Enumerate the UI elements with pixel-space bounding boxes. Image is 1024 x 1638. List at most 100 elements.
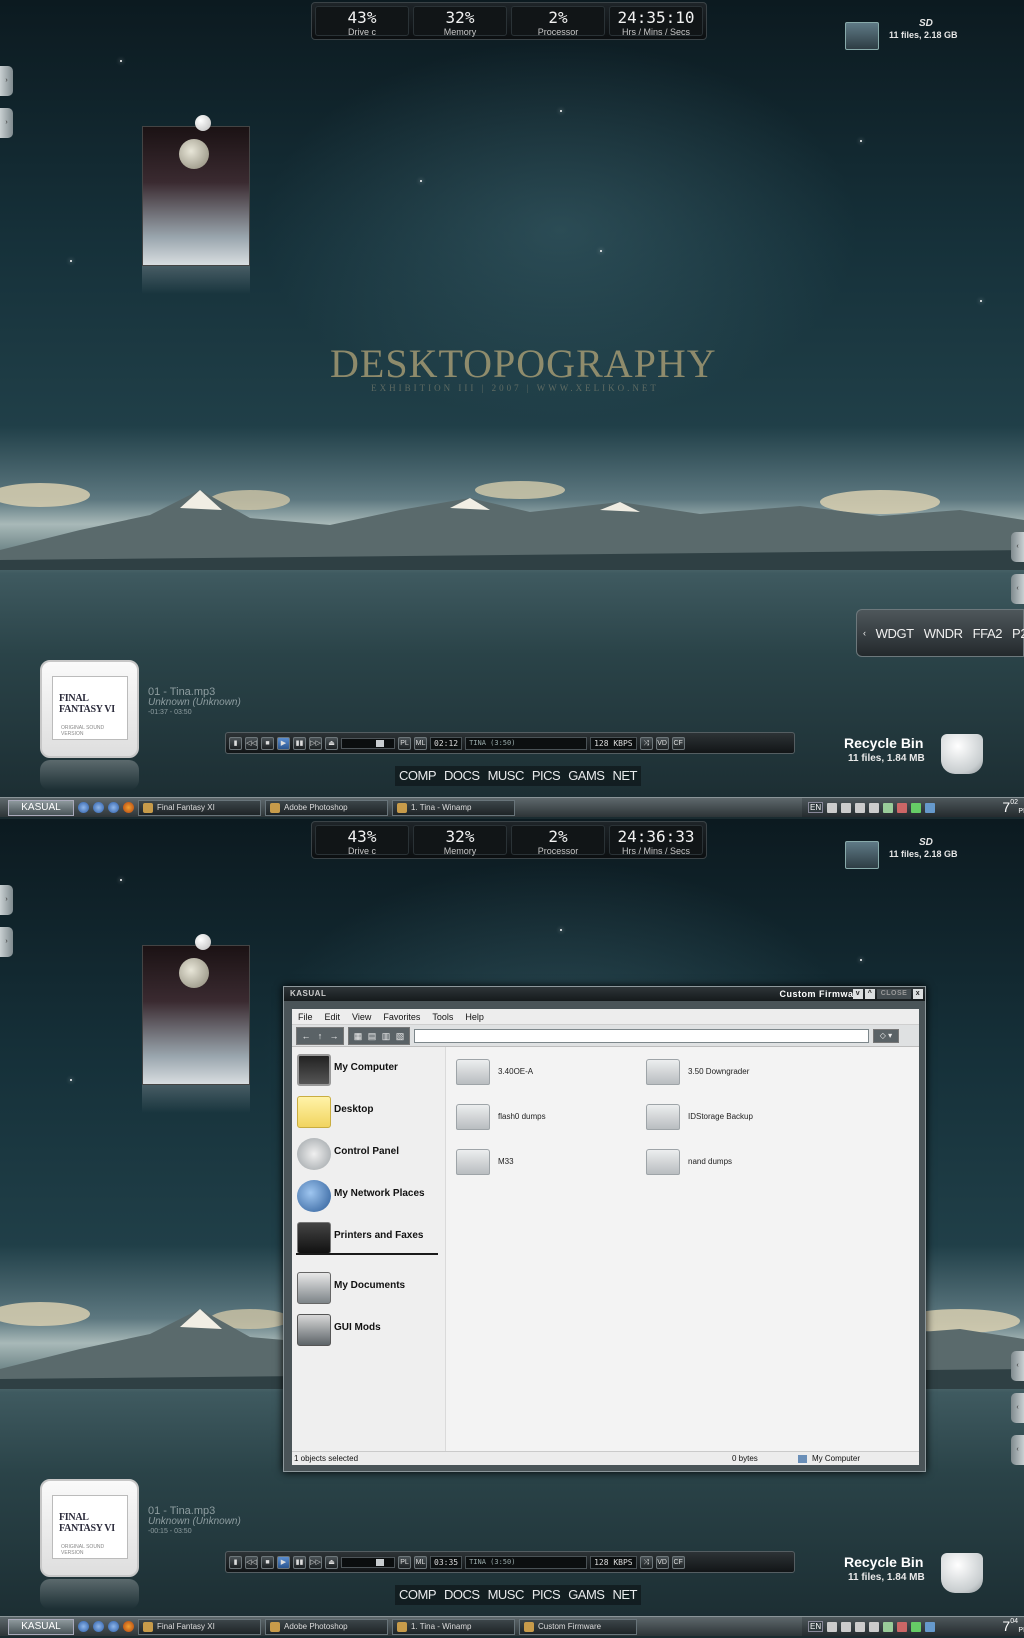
- icons-view-icon[interactable]: ▥: [380, 1030, 392, 1042]
- right-edge-tab[interactable]: ‹: [1011, 1393, 1024, 1423]
- tray-app-icon[interactable]: [897, 1621, 908, 1632]
- play-button[interactable]: ▶: [277, 1555, 290, 1569]
- language-indicator[interactable]: EN: [808, 1621, 824, 1632]
- media-library-button[interactable]: ML: [414, 1555, 427, 1569]
- task-final-fantasy-xi[interactable]: Final Fantasy XI: [138, 799, 261, 816]
- pause-button[interactable]: ▮▮: [293, 1555, 306, 1569]
- tray-app-icon[interactable]: [883, 1621, 894, 1632]
- config-button[interactable]: CF: [671, 736, 685, 750]
- folder-item[interactable]: 3.40OE-A: [456, 1057, 646, 1087]
- place-my-documents[interactable]: My Documents: [292, 1267, 446, 1307]
- previous-button[interactable]: ◁◁: [245, 736, 258, 750]
- menu-favorites[interactable]: Favorites: [383, 1009, 420, 1024]
- tray-app-icon[interactable]: [897, 802, 908, 813]
- search-options-button[interactable]: ◇ ▾: [873, 1028, 899, 1043]
- drive-widget[interactable]: SD 11 files, 2.18 GB: [845, 18, 1010, 58]
- left-edge-tab[interactable]: ›: [0, 108, 13, 138]
- dock-wndr[interactable]: WNDR: [924, 626, 963, 641]
- place-gui-mods[interactable]: GUI Mods: [292, 1309, 446, 1349]
- eject-button[interactable]: ⏏: [325, 1555, 338, 1569]
- drive-widget[interactable]: SD 11 files, 2.18 GB: [845, 837, 1010, 877]
- link-net[interactable]: NET: [612, 1585, 637, 1605]
- left-edge-tab[interactable]: ›: [0, 885, 13, 915]
- menu-view[interactable]: View: [352, 1009, 371, 1024]
- right-edge-tab[interactable]: ‹: [1011, 1435, 1024, 1465]
- thumbnails-view-icon[interactable]: ▦: [352, 1030, 364, 1042]
- tiles-view-icon[interactable]: ▤: [366, 1030, 378, 1042]
- task-adobe-photoshop[interactable]: Adobe Photoshop: [265, 1618, 388, 1635]
- keyboard-icon[interactable]: [827, 802, 838, 813]
- place-desktop[interactable]: Desktop: [292, 1091, 446, 1131]
- language-bar-icon[interactable]: [855, 1621, 866, 1632]
- dock-ffa2[interactable]: FFA2: [973, 626, 1003, 641]
- eject-button[interactable]: ⏏: [325, 736, 338, 750]
- next-button[interactable]: ▷▷: [309, 1555, 322, 1569]
- place-my-computer[interactable]: My Computer: [292, 1049, 446, 1089]
- up-arrow-icon[interactable]: ↑: [314, 1030, 326, 1042]
- task-custom-firmware[interactable]: Custom Firmware: [519, 1618, 637, 1635]
- winamp-menu-button[interactable]: ▮: [229, 736, 242, 750]
- menu-file[interactable]: File: [298, 1009, 313, 1024]
- right-edge-tab[interactable]: ‹: [1011, 1351, 1024, 1381]
- dock-collapse-icon[interactable]: ‹: [863, 628, 866, 638]
- playlist-button[interactable]: PL: [398, 736, 411, 750]
- search-input[interactable]: [414, 1028, 869, 1043]
- link-net[interactable]: NET: [612, 766, 637, 786]
- place-my-network-places[interactable]: My Network Places: [292, 1175, 446, 1215]
- tray-app-icon[interactable]: [883, 802, 894, 813]
- link-docs[interactable]: DOCS: [444, 766, 480, 786]
- place-control-panel[interactable]: Control Panel: [292, 1133, 446, 1173]
- stop-button[interactable]: ■: [261, 1555, 274, 1569]
- folder-item[interactable]: 3.50 Downgrader: [646, 1057, 836, 1087]
- media-icon[interactable]: [93, 1621, 104, 1632]
- link-comp[interactable]: COMP: [399, 766, 437, 786]
- window-titlebar[interactable]: KASUAL Custom Firmware v ^ CLOSE x: [284, 987, 925, 1001]
- link-gams[interactable]: GAMS: [568, 1585, 605, 1605]
- winamp-menu-button[interactable]: ▮: [229, 1555, 242, 1569]
- link-musc[interactable]: MUSC: [488, 766, 525, 786]
- tray-app-icon[interactable]: [911, 1621, 922, 1632]
- task-final-fantasy-xi[interactable]: Final Fantasy XI: [138, 1618, 261, 1635]
- close-button[interactable]: x: [913, 989, 923, 999]
- firefox-icon[interactable]: [123, 1621, 134, 1632]
- tray-app-icon[interactable]: [911, 802, 922, 813]
- album-art[interactable]: FINAL FANTASY VI ORIGINAL SOUND VERSION: [40, 1479, 139, 1577]
- task-winamp[interactable]: 1. Tina - Winamp: [392, 1618, 515, 1635]
- dock-p2p[interactable]: P2P: [1012, 626, 1024, 641]
- folder-item[interactable]: nand dumps: [646, 1147, 836, 1177]
- help-icon[interactable]: [869, 1621, 880, 1632]
- network-icon[interactable]: [108, 1621, 119, 1632]
- task-adobe-photoshop[interactable]: Adobe Photoshop: [265, 799, 388, 816]
- forward-arrow-icon[interactable]: →: [328, 1030, 340, 1042]
- album-art[interactable]: FINAL FANTASY VI ORIGINAL SOUND VERSION: [40, 660, 139, 758]
- recycle-bin-icon[interactable]: [941, 1553, 983, 1593]
- volume-handle[interactable]: [376, 739, 384, 747]
- pause-button[interactable]: ▮▮: [293, 736, 306, 750]
- start-button[interactable]: KASUAL: [8, 1618, 74, 1635]
- link-comp[interactable]: COMP: [399, 1585, 437, 1605]
- desktop-art-photo[interactable]: [142, 934, 250, 1085]
- maximize-button[interactable]: ^: [865, 989, 875, 999]
- language-bar-icon[interactable]: [855, 802, 866, 813]
- minimize-button[interactable]: v: [853, 989, 863, 999]
- link-pics[interactable]: PICS: [532, 766, 561, 786]
- pen-icon[interactable]: [841, 1621, 852, 1632]
- desktop-art-photo[interactable]: [142, 115, 250, 266]
- close-label-button[interactable]: CLOSE: [877, 989, 911, 999]
- volume-handle[interactable]: [376, 1558, 384, 1566]
- stop-button[interactable]: ■: [261, 736, 274, 750]
- tray-app-icon[interactable]: [925, 802, 936, 813]
- menu-tools[interactable]: Tools: [432, 1009, 453, 1024]
- ie-icon[interactable]: [78, 1621, 89, 1632]
- menu-edit[interactable]: Edit: [325, 1009, 341, 1024]
- taskbar-clock[interactable]: 702PM: [1002, 798, 1024, 817]
- config-button[interactable]: CF: [671, 1555, 685, 1569]
- recycle-bin-icon[interactable]: [941, 734, 983, 774]
- link-musc[interactable]: MUSC: [488, 1585, 525, 1605]
- help-icon[interactable]: [869, 802, 880, 813]
- right-edge-tab[interactable]: ‹: [1011, 574, 1024, 604]
- menu-help[interactable]: Help: [465, 1009, 484, 1024]
- network-icon[interactable]: [108, 802, 119, 813]
- visualizer-button[interactable]: VD: [655, 736, 669, 750]
- pen-icon[interactable]: [841, 802, 852, 813]
